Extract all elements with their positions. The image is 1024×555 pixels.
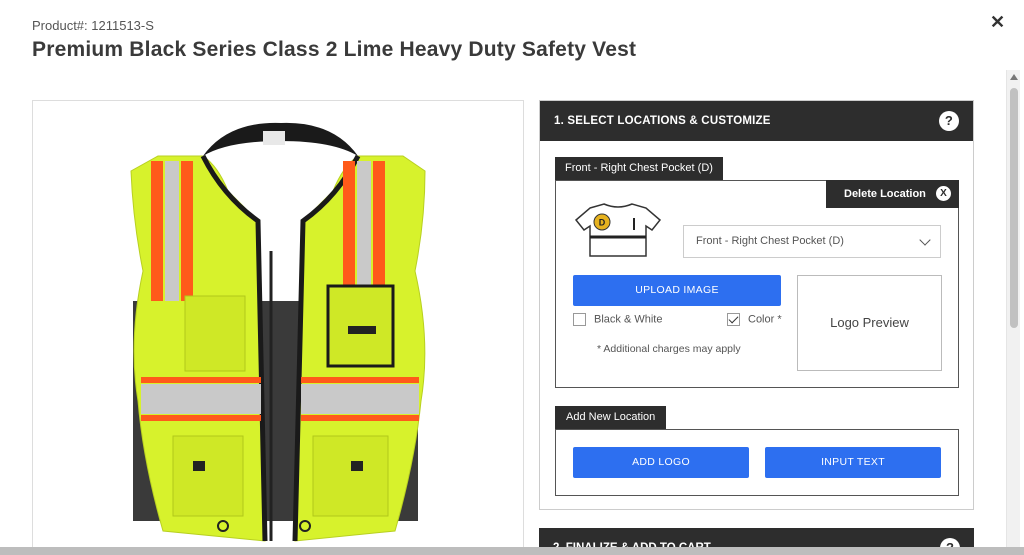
chevron-down-icon — [919, 234, 931, 246]
color-checkbox[interactable] — [727, 313, 740, 326]
location-box: Delete Location X D Front - Right Chest … — [555, 180, 959, 388]
delete-x-icon: X — [936, 186, 951, 201]
upload-image-button[interactable]: UPLOAD IMAGE — [573, 275, 781, 306]
bw-label: Black & White — [594, 313, 663, 326]
location-tab[interactable]: Front - Right Chest Pocket (D) — [555, 157, 723, 180]
location-marker: D — [599, 218, 606, 228]
step1-title: 1. SELECT LOCATIONS & CUSTOMIZE — [554, 115, 771, 127]
bottom-bar — [0, 547, 1024, 555]
scroll-thumb[interactable] — [1010, 88, 1018, 328]
customize-panel: 1. SELECT LOCATIONS & CUSTOMIZE ? Front … — [539, 100, 974, 510]
product-title: Premium Black Series Class 2 Lime Heavy … — [32, 38, 637, 61]
product-number: Product#: 1211513-S — [32, 18, 154, 33]
bw-option[interactable]: Black & White — [573, 313, 662, 326]
customize-modal: Product#: 1211513-S Premium Black Series… — [0, 0, 1024, 555]
help-icon[interactable]: ? — [939, 111, 959, 131]
delete-location-button[interactable]: Delete Location X — [826, 180, 959, 208]
step1-header: 1. SELECT LOCATIONS & CUSTOMIZE ? — [540, 101, 973, 141]
scrollbar[interactable] — [1006, 70, 1020, 550]
delete-location-label: Delete Location — [844, 188, 926, 200]
product-image-panel — [32, 100, 524, 555]
bw-checkbox[interactable] — [573, 313, 586, 326]
scroll-up-icon[interactable] — [1010, 74, 1018, 80]
add-location-tab: Add New Location — [555, 406, 667, 429]
color-option[interactable]: Color * — [727, 313, 782, 326]
input-text-button[interactable]: INPUT TEXT — [765, 447, 941, 478]
color-label: Color * — [748, 313, 782, 326]
location-select[interactable]: Front - Right Chest Pocket (D) — [683, 225, 941, 258]
additional-charges-note: * Additional charges may apply — [597, 343, 741, 355]
add-logo-button[interactable]: ADD LOGO — [573, 447, 749, 478]
safety-vest-image — [130, 122, 426, 542]
logo-preview: Logo Preview — [797, 275, 942, 371]
add-location-box: ADD LOGO INPUT TEXT — [555, 429, 959, 496]
close-icon[interactable]: ✕ — [990, 12, 1005, 33]
shirt-location-icon: D — [574, 203, 662, 257]
location-select-value: Front - Right Chest Pocket (D) — [696, 235, 844, 247]
